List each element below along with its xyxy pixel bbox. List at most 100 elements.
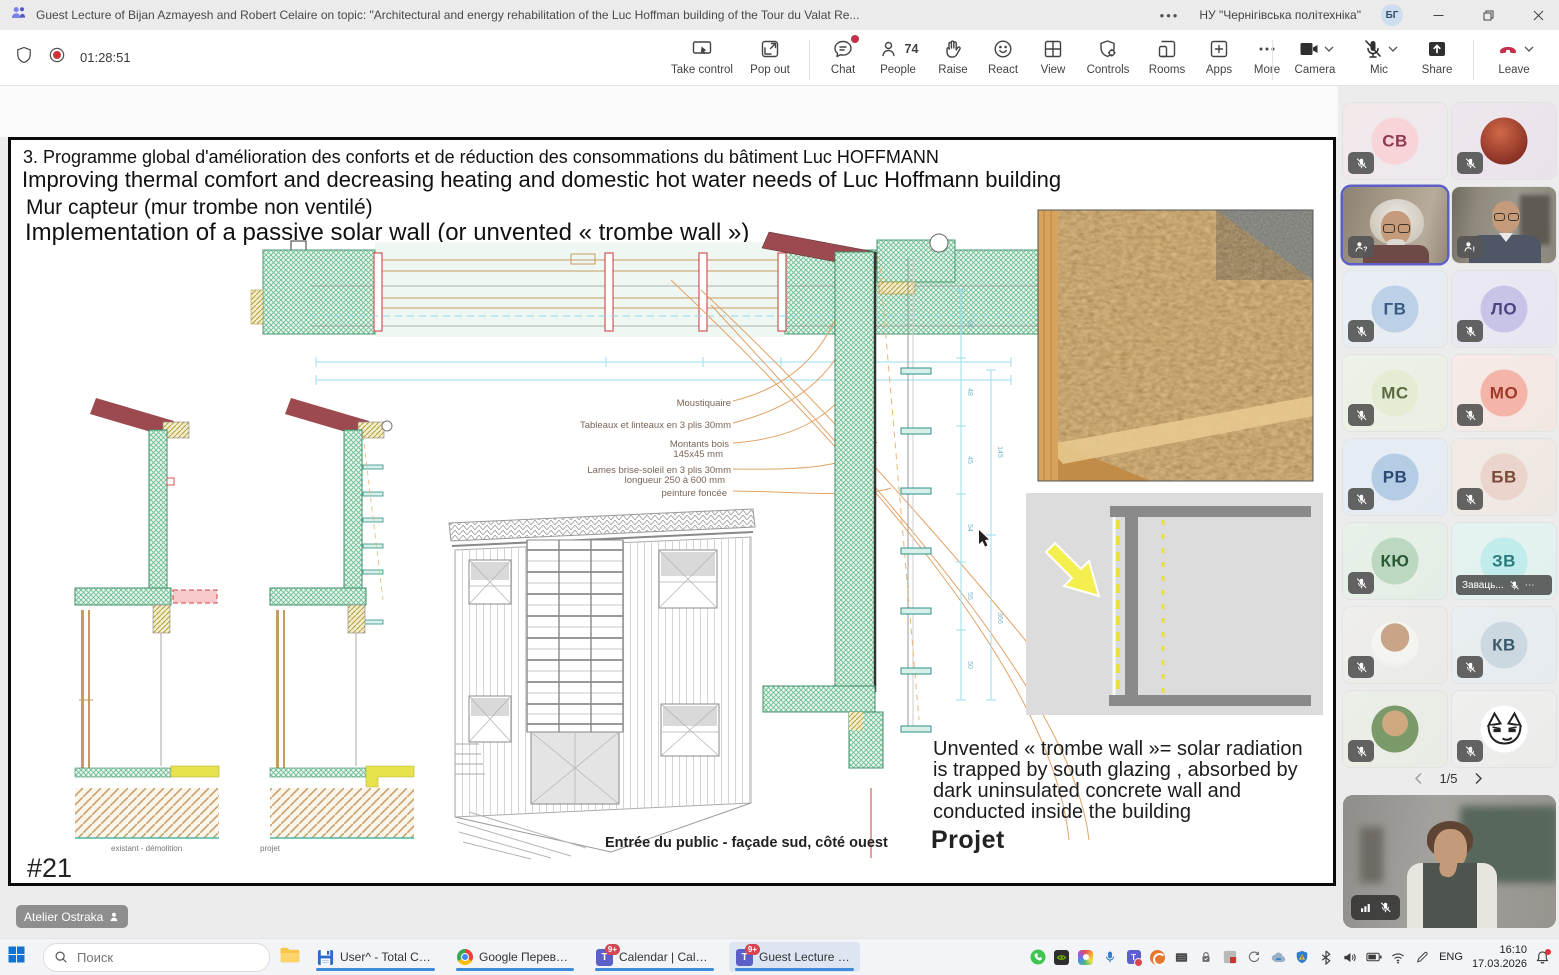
language-indicator[interactable]: ENG [1439, 951, 1463, 963]
view-button[interactable]: View [1029, 33, 1077, 76]
participant-tile[interactable]: БВ [1452, 439, 1556, 515]
onedrive-icon[interactable] [1269, 949, 1286, 966]
avatar [1372, 706, 1419, 753]
notification-badge: 9+ [745, 944, 760, 955]
security-warning-icon[interactable] [1293, 949, 1310, 966]
mic-chevron-icon [1388, 45, 1398, 53]
teams-app-icon [10, 5, 26, 26]
participant-tile[interactable] [1452, 691, 1556, 767]
people-count: 74 [905, 42, 919, 56]
toolbar-divider [1473, 40, 1474, 80]
sync-icon[interactable] [1245, 949, 1262, 966]
drive-icon[interactable] [1173, 949, 1190, 966]
notifications-bell-icon[interactable] [1534, 949, 1551, 966]
pop-out-button[interactable]: Pop out [740, 33, 800, 76]
wall-section-project: projet [260, 398, 414, 853]
nvidia-icon[interactable] [1053, 949, 1070, 966]
participant-tile[interactable]: МС [1343, 355, 1447, 431]
participant-tile[interactable]: МО [1452, 355, 1556, 431]
rooms-button[interactable]: Rooms [1139, 33, 1195, 76]
avatar [1372, 622, 1419, 669]
next-page-icon[interactable] [1474, 772, 1483, 785]
mic-muted-icon [1348, 656, 1374, 678]
react-button[interactable]: React [977, 33, 1029, 76]
task-total-commander[interactable]: User^ - Total Comm... [310, 942, 441, 972]
chat-button[interactable]: Chat [819, 33, 867, 76]
participant-tile[interactable]: КЮ [1343, 523, 1447, 599]
minimize-button[interactable] [1423, 0, 1453, 30]
slide-body-text: Unvented « trombe wall »= solar radiatio… [933, 739, 1309, 823]
prev-page-icon[interactable] [1414, 772, 1423, 785]
rooms-icon [1155, 37, 1179, 61]
mic-muted-icon [1457, 320, 1483, 342]
restore-button[interactable] [1473, 0, 1503, 30]
svg-text:longueur 250 à 600 mm: longueur 250 à 600 mm [625, 475, 725, 486]
presenter-icon [108, 911, 120, 923]
controls-button[interactable]: Controls [1077, 33, 1139, 76]
taskbar-search[interactable] [43, 943, 270, 972]
start-button[interactable] [8, 946, 34, 968]
participant-tile[interactable]: ГВ [1343, 271, 1447, 347]
signal-bars-icon [1359, 901, 1372, 914]
participant-video-tile[interactable] [1452, 187, 1556, 263]
people-button[interactable]: 74 People [867, 33, 929, 76]
teams-tray-icon[interactable]: T [1125, 949, 1142, 966]
bluetooth-icon[interactable] [1317, 949, 1334, 966]
mic-muted-icon [1348, 404, 1374, 426]
search-input[interactable] [75, 949, 229, 966]
mic-button[interactable]: Mic [1348, 33, 1410, 76]
volume-icon[interactable] [1341, 949, 1358, 966]
mic-muted-icon [1457, 656, 1483, 678]
mic-muted-icon [1509, 580, 1520, 591]
titlebar-overflow-button[interactable]: ••• [1160, 8, 1180, 23]
take-control-button[interactable]: Take control [664, 33, 740, 76]
tile-more-icon[interactable]: ⋯ [1525, 580, 1536, 591]
file-explorer-button[interactable] [279, 945, 301, 969]
svg-text:Tableaux et linteaux en 3 plis: Tableaux et linteaux en 3 plis 30mm [580, 420, 731, 431]
chat-notification-dot [851, 35, 859, 43]
battery-icon[interactable] [1365, 949, 1382, 966]
pen-icon[interactable] [1413, 949, 1430, 966]
presenter-video-tile[interactable] [1343, 795, 1556, 928]
whatsapp-icon[interactable] [1029, 949, 1046, 966]
participant-tile[interactable]: ЛО [1452, 271, 1556, 347]
taskbar-clock[interactable]: 16:10 17.03.2026 [1472, 943, 1527, 972]
shield-icon [14, 45, 34, 70]
window-title: Guest Lecture of Bijan Azmayesh and Robe… [36, 8, 859, 22]
mic-muted-icon [1348, 740, 1374, 762]
tray-red-corner-icon[interactable] [1221, 949, 1238, 966]
raise-button[interactable]: Raise [929, 33, 977, 76]
task-chrome[interactable]: Google Переводчик... [450, 942, 580, 972]
leave-button[interactable]: Leave [1483, 33, 1545, 76]
camera-chevron-icon [1324, 45, 1334, 53]
svg-text:Moustiquaire: Moustiquaire [677, 398, 731, 409]
tray-orange-app-icon[interactable] [1149, 949, 1166, 966]
task-teams-meeting[interactable]: T9+ Guest Lecture of Bija... [729, 942, 860, 972]
wall-section-existing: existant - démolition [75, 398, 219, 853]
voice-access-icon[interactable] [1101, 949, 1118, 966]
camera-button[interactable]: Camera [1282, 33, 1348, 76]
raise-hand-icon [941, 37, 965, 61]
participant-tile[interactable]: КВ [1452, 607, 1556, 683]
task-teams-calendar[interactable]: T9+ Calendar | Calendar | ... [589, 942, 720, 972]
mic-muted-icon [1348, 572, 1374, 594]
avatar [1481, 118, 1528, 165]
entrance-caption: Entrée du public - façade sud, côté oues… [605, 835, 888, 851]
participant-tile[interactable]: ЗВ Заваць... ⋯ [1452, 523, 1556, 599]
photos-icon[interactable] [1077, 949, 1094, 966]
share-button[interactable]: Share [1410, 33, 1464, 76]
mic-muted-icon [1361, 37, 1385, 61]
participant-video-tile[interactable] [1343, 187, 1447, 263]
close-button[interactable] [1523, 0, 1553, 30]
leave-chevron-icon [1524, 45, 1534, 53]
apps-icon [1207, 37, 1231, 61]
user-avatar[interactable]: БГ [1381, 4, 1403, 26]
participant-tile[interactable]: СВ [1343, 103, 1447, 179]
lock-icon[interactable] [1197, 949, 1214, 966]
participant-tile[interactable] [1343, 691, 1447, 767]
participant-tile[interactable] [1452, 103, 1556, 179]
participant-tile[interactable] [1343, 607, 1447, 683]
wifi-icon[interactable] [1389, 949, 1406, 966]
participant-tile[interactable]: РВ [1343, 439, 1447, 515]
apps-button[interactable]: Apps [1195, 33, 1243, 76]
